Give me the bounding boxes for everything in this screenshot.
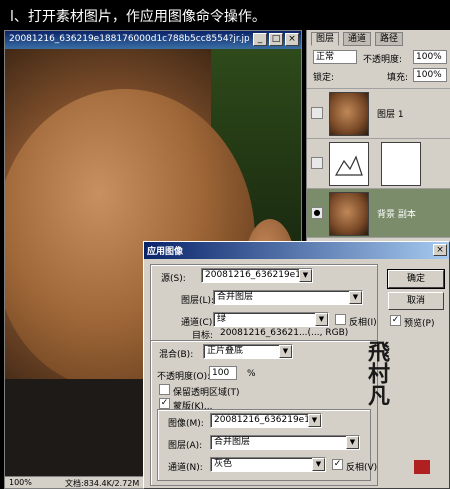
- ok-button[interactable]: 确定: [387, 269, 445, 289]
- blending-value: 正片叠底: [207, 346, 244, 356]
- watermark-text: 飛村凡: [364, 340, 390, 406]
- opacity-label: 不透明度:: [363, 55, 403, 65]
- preserve-transparency-checkbox[interactable]: [159, 384, 170, 395]
- opacity-label: 不透明度(O):: [157, 372, 211, 382]
- layer-label: 图层(L):: [181, 296, 215, 306]
- document-size: 文档:834.4K/2.72M: [65, 479, 140, 488]
- invert-label: 反相(I): [349, 318, 377, 328]
- visibility-toggle[interactable]: [311, 107, 323, 119]
- adjustment-icon: [334, 155, 363, 176]
- opacity-input[interactable]: 100: [209, 366, 237, 380]
- image-value: 20081216_636219e188...: [214, 415, 322, 425]
- zoom-level[interactable]: 100%: [9, 478, 32, 487]
- channel-label: 通道(C):: [181, 318, 216, 328]
- image-select[interactable]: 20081216_636219e188... ▼: [210, 413, 322, 428]
- blend-row: 正常 不透明度: 100%: [307, 50, 450, 66]
- preview-checkbox[interactable]: ✓: [390, 315, 401, 326]
- layer-mask-thumbnail: [381, 142, 421, 186]
- layer-row-active[interactable]: ● 背景 副本: [307, 188, 450, 238]
- channel-select[interactable]: 绿 ▼: [213, 312, 329, 327]
- layer-row[interactable]: 图层 1: [307, 88, 450, 138]
- layer-name: 背景 副本: [377, 210, 416, 220]
- document-title-bar[interactable]: 20081216_636219e188176000d1c788b5cc8554?…: [5, 31, 301, 49]
- fill-input[interactable]: 100%: [413, 68, 447, 82]
- cancel-button[interactable]: 取消: [388, 292, 444, 310]
- visibility-toggle[interactable]: [311, 157, 323, 169]
- chevron-down-icon: ▼: [349, 291, 362, 304]
- dialog-close-button[interactable]: ×: [433, 244, 447, 256]
- preview-label: 预览(P): [404, 319, 435, 329]
- mask-layer-value: 合并图层: [214, 437, 251, 447]
- preserve-transparency-label: 保留透明区域(T): [173, 388, 240, 398]
- mask-layer-label: 图层(A):: [168, 441, 203, 451]
- chevron-down-icon: ▼: [346, 436, 359, 449]
- mask-invert-checkbox[interactable]: ✓: [332, 459, 343, 470]
- seal-stamp: [414, 460, 430, 474]
- source-label: 源(S):: [161, 274, 186, 284]
- lock-label: 锁定:: [313, 73, 335, 83]
- fill-label: 填充:: [387, 73, 409, 83]
- adjustment-thumbnail: [329, 142, 369, 186]
- image-label: 图像(M):: [168, 419, 204, 429]
- mask-group: 图像(M): 20081216_636219e188... ▼ 图层(A): 合并…: [157, 409, 377, 481]
- blending-select[interactable]: 正片叠底 ▼: [203, 344, 293, 359]
- document-title: 20081216_636219e188176000d1c788b5cc8554?…: [9, 34, 249, 44]
- invert-checkbox[interactable]: [335, 314, 346, 325]
- channel-value: 绿: [217, 314, 227, 324]
- mask-channel-select[interactable]: 灰色 ▼: [210, 457, 326, 472]
- maximize-button[interactable]: □: [269, 33, 283, 46]
- mask-channel-value: 灰色: [214, 459, 233, 469]
- lock-row: 锁定: 填充: 100%: [307, 68, 450, 84]
- chevron-down-icon: ▼: [312, 458, 325, 471]
- tutorial-caption: l、打开素材图片，作应用图像命令操作。: [0, 0, 450, 30]
- dialog-title: 应用图像: [147, 247, 184, 257]
- tab-channels[interactable]: 通道: [343, 32, 372, 46]
- blend-mode-select[interactable]: 正常: [313, 50, 357, 64]
- blending-group: 混合(B): 正片叠底 ▼ 不透明度(O): 100 % 保留透明区域(T) ✓ …: [150, 340, 378, 486]
- chevron-down-icon: ▼: [299, 269, 312, 282]
- mask-channel-label: 通道(N):: [168, 463, 203, 473]
- chevron-down-icon: ▼: [308, 414, 321, 427]
- tab-paths[interactable]: 路径: [375, 32, 404, 46]
- dialog-title-bar[interactable]: 应用图像 ×: [144, 242, 449, 259]
- layer-value: 合并图层: [217, 292, 254, 302]
- chevron-down-icon: ▼: [279, 345, 292, 358]
- layer-thumbnail: [329, 92, 369, 136]
- close-button[interactable]: ×: [285, 33, 299, 46]
- target-value: 20081216_63621...(..., RGB): [220, 328, 349, 338]
- adjustment-layer-row[interactable]: [307, 138, 450, 188]
- chevron-down-icon: ▼: [315, 313, 328, 326]
- panel-tabs: 图层 通道 路径: [307, 32, 450, 46]
- opacity-unit: %: [247, 369, 256, 379]
- visibility-toggle[interactable]: ●: [311, 207, 323, 219]
- layer-name: 图层 1: [377, 110, 404, 120]
- calligraphy-watermark: 飛村凡: [364, 340, 444, 480]
- tab-layers[interactable]: 图层: [311, 32, 340, 46]
- layer-select[interactable]: 合并图层 ▼: [213, 290, 363, 305]
- opacity-input[interactable]: 100%: [413, 50, 447, 64]
- source-select[interactable]: 20081216_636219e188... ▼: [201, 268, 313, 283]
- minimize-button[interactable]: _: [253, 33, 267, 46]
- layer-thumbnail: [329, 192, 369, 236]
- mask-checkbox[interactable]: ✓: [159, 398, 170, 409]
- caption-text: l、打开素材图片，作应用图像命令操作。: [10, 9, 266, 25]
- source-value: 20081216_636219e188...: [205, 270, 313, 280]
- mask-layer-select[interactable]: 合并图层 ▼: [210, 435, 360, 450]
- blending-label: 混合(B):: [159, 350, 194, 360]
